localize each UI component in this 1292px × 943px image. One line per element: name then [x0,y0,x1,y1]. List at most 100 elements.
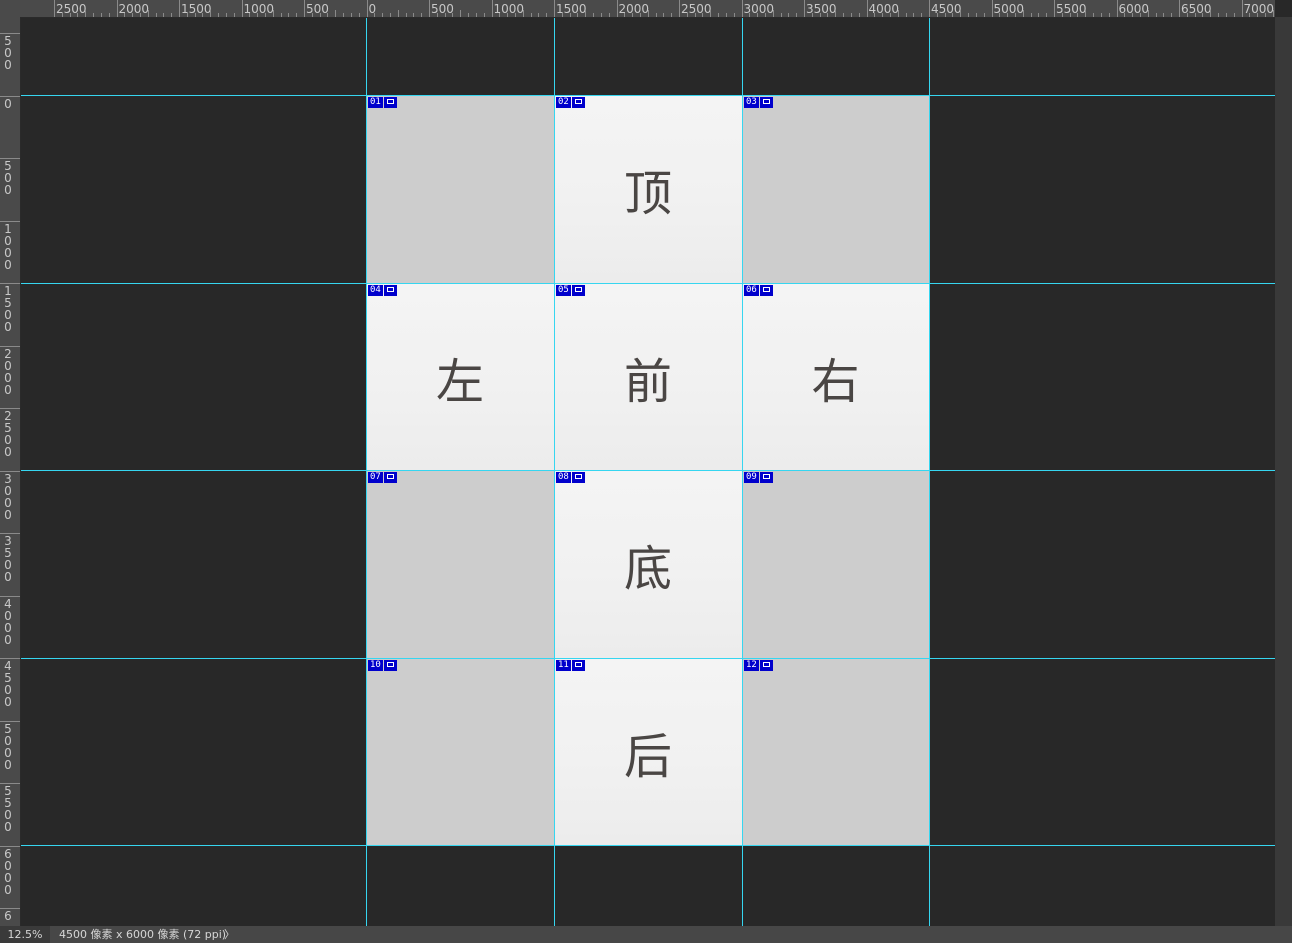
ruler-minor-tick [1147,10,1149,17]
slice-badge[interactable]: 09 [744,472,773,483]
slice-tile-07[interactable] [366,470,554,658]
ruler-label: 5500 [4,784,12,834]
slice-badge[interactable]: 06 [744,285,773,296]
ruler-minor-tick [163,13,165,17]
slice-tile-06[interactable]: 右 [742,283,929,470]
slice-tile-04[interactable]: 左 [366,283,554,470]
slice-tile-05[interactable]: 前 [554,283,742,470]
ruler-minor-tick [952,13,954,17]
horizontal-guide[interactable] [21,470,1275,471]
ruler-minor-tick [593,13,595,17]
ruler-label: 2000 [118,2,150,16]
ruler-tick [804,0,805,17]
slice-badge[interactable]: 04 [368,285,397,296]
ruler-label: 3000 [4,471,12,522]
slice-tile-11[interactable]: 后 [554,658,742,845]
ruler-tick [429,0,430,17]
slice-badge[interactable]: 03 [744,97,773,108]
ruler-minor-tick [194,13,196,17]
ruler-minor-tick [936,13,938,17]
ruler-minor-tick [577,13,579,17]
vertical-scrollbar[interactable] [1275,17,1292,926]
horizontal-ruler[interactable]: 2500 2000 1500 1000 500 0 500 1000 1500 2000 2500 3… [0,0,1275,18]
slice-tile-03[interactable] [742,95,929,283]
ruler-minor-tick [288,13,290,17]
ruler-label: 6500 [1181,2,1212,16]
ruler-minor-tick [1132,13,1134,17]
ruler-label: 5000 [4,721,12,772]
ruler-minor-tick [218,13,220,17]
slice-tile-10[interactable] [366,658,554,845]
horizontal-guide[interactable] [21,845,1275,846]
slice-tile-12[interactable] [742,658,929,845]
slice-tile-09[interactable] [742,470,929,658]
ruler-label: 4000 [868,2,900,16]
ruler-tick [179,0,180,17]
ruler-label: 500 [4,34,12,72]
slice-tile-08[interactable]: 底 [554,470,742,658]
ruler-label: 2500 [681,2,712,16]
slice-number: 06 [744,285,759,296]
ruler-minor-tick [546,13,548,17]
ruler-minor-tick [147,10,149,17]
slice-badge[interactable]: 05 [556,285,585,296]
ruler-minor-tick [694,13,696,17]
slice-badge[interactable]: 08 [556,472,585,483]
image-slice-icon [383,472,397,483]
vertical-ruler[interactable]: 5000500100015002000250030003500400045005… [0,17,21,926]
slice-badge[interactable]: 07 [368,472,397,483]
ruler-label: 2500 [4,409,12,459]
ruler-minor-tick [639,13,641,17]
ruler-label: 1500 [181,2,212,16]
ruler-minor-tick [452,13,454,17]
horizontal-guide[interactable] [21,658,1275,659]
ruler-tick [741,0,743,17]
ruler-minor-tick [1218,13,1220,17]
slice-badge[interactable]: 01 [368,97,397,108]
ruler-minor-tick [436,13,438,17]
ruler-minor-tick [413,13,415,17]
vertical-guide[interactable] [742,18,743,926]
slice-tile-02[interactable]: 顶 [554,95,742,283]
ruler-minor-tick [382,13,384,17]
status-expand-icon[interactable]: 〉 [224,926,235,943]
slice-badge[interactable]: 02 [556,97,585,108]
ruler-minor-tick [405,13,407,17]
ruler-label: 3500 [4,534,12,584]
ruler-minor-tick [772,10,774,17]
vertical-guide[interactable] [366,18,367,926]
ruler-minor-tick [780,13,782,17]
vertical-guide[interactable] [554,18,555,926]
ruler-label: 5000 [993,2,1025,16]
face-label: 底 [623,541,672,597]
image-slice-icon [759,285,773,296]
ruler-label: 500 [4,159,12,197]
ruler-tick [866,0,868,17]
horizontal-guide[interactable] [21,283,1275,284]
ruler-minor-tick [811,13,813,17]
slice-badge[interactable]: 10 [368,660,397,671]
ruler-minor-tick [819,13,821,17]
face-label: 右 [811,353,860,410]
ruler-minor-tick [1046,13,1048,17]
zoom-level[interactable]: 12.5% [0,926,50,943]
ruler-minor-tick [397,10,399,17]
slice-badge[interactable]: 11 [556,660,585,671]
vertical-guide[interactable] [929,18,930,926]
ruler-tick [54,0,55,17]
ruler-minor-tick [686,13,688,17]
image-slice-icon [571,285,585,296]
ruler-minor-tick [460,10,462,17]
ruler-minor-tick [530,13,532,17]
ruler-minor-tick [421,13,423,17]
ruler-label: 1000 [243,2,275,16]
horizontal-guide[interactable] [21,95,1275,96]
ruler-minor-tick [968,13,970,17]
slice-tile-01[interactable] [366,95,554,283]
ruler-minor-tick [335,10,337,17]
ruler-minor-tick [319,13,321,17]
ruler-minor-tick [647,10,649,17]
ruler-minor-tick [225,13,227,17]
ruler-label: 7000 [1243,2,1275,16]
slice-badge[interactable]: 12 [744,660,773,671]
